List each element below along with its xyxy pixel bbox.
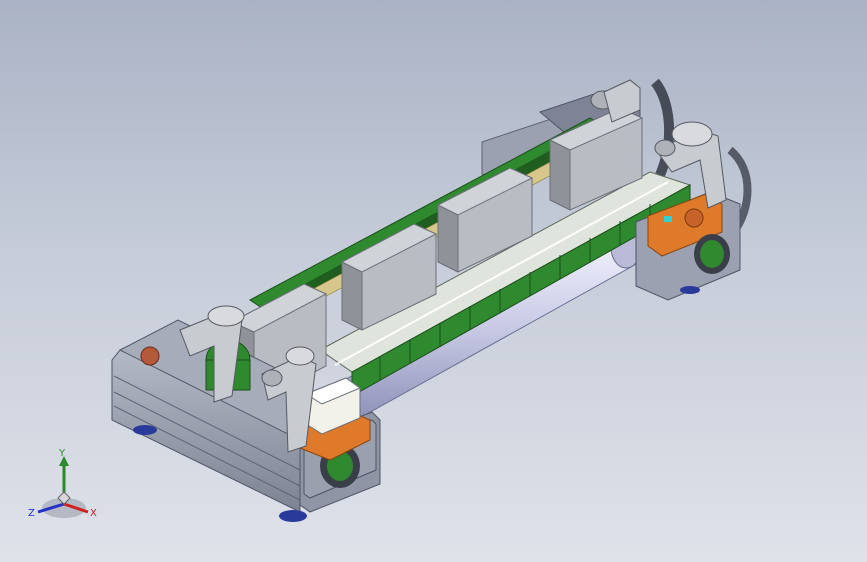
y-axis-label: Y [58,448,66,459]
coordinate-triad: Y Z X [22,446,112,526]
cad-model-viewport[interactable] [0,0,867,562]
x-axis-label: X [90,508,97,519]
z-axis-label: Z [28,508,35,519]
